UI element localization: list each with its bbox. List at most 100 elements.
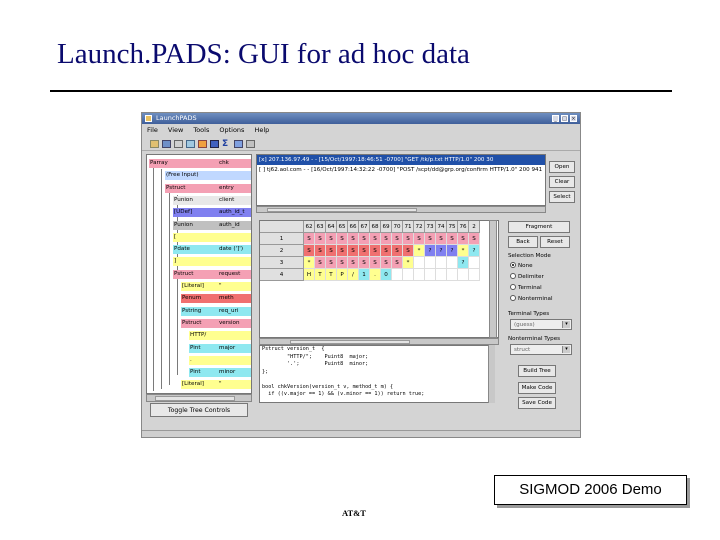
token-cell[interactable]: S <box>469 233 480 245</box>
generated-code-view[interactable]: Pstruct version_t { "HTTP/"; Puint8 majo… <box>259 345 495 403</box>
token-cell[interactable]: . <box>370 269 381 281</box>
token-cell[interactable] <box>469 257 480 269</box>
mode-none-radio[interactable]: None <box>510 261 533 270</box>
select-button[interactable]: Select <box>549 191 575 203</box>
token-cell[interactable]: S <box>359 245 370 257</box>
save-icon[interactable] <box>162 140 171 148</box>
clear-button[interactable]: Clear <box>549 176 575 188</box>
token-cell[interactable] <box>469 269 480 281</box>
grid-row-header[interactable]: 1 <box>260 233 304 245</box>
token-cell[interactable] <box>458 269 469 281</box>
menu-view[interactable]: View <box>168 125 183 136</box>
tree-node[interactable]: ] <box>173 257 251 267</box>
token-cell[interactable]: S <box>315 245 326 257</box>
description-tree[interactable]: Parray chk (Free Input) Pstruct entry Punion c… <box>146 154 252 394</box>
token-grid[interactable]: 62 63 64 65 66 67 68 69 70 71 72 73 74 75 76 2 1 S S S S S S S S… <box>259 220 499 338</box>
token-cell[interactable]: S <box>337 245 348 257</box>
token-cell[interactable]: ? <box>425 245 436 257</box>
records-hscrollbar[interactable] <box>256 206 546 213</box>
grid-column-header[interactable]: 69 <box>381 221 392 233</box>
tree-node[interactable]: Pdate date (']') <box>173 245 251 255</box>
token-cell[interactable]: S <box>414 233 425 245</box>
menu-file[interactable]: File <box>147 125 158 136</box>
tree-node[interactable]: Parray chk <box>149 159 251 168</box>
grid-column-header[interactable]: 75 <box>447 221 458 233</box>
minimize-icon[interactable]: _ <box>552 115 559 122</box>
token-cell[interactable]: S <box>304 245 315 257</box>
grid-column-header[interactable]: 64 <box>326 221 337 233</box>
token-cell[interactable]: ? <box>447 245 458 257</box>
tree-node[interactable]: [UDef] auth_id_t <box>173 208 251 218</box>
nonterminal-types-select[interactable]: struct ▾ <box>510 344 572 355</box>
token-cell[interactable]: * <box>458 245 469 257</box>
token-cell[interactable]: H <box>304 269 315 281</box>
sigma-icon[interactable]: Σ <box>222 140 231 149</box>
token-cell[interactable] <box>436 257 447 269</box>
token-cell[interactable]: S <box>403 233 414 245</box>
token-cell[interactable]: S <box>370 233 381 245</box>
token-cell[interactable]: S <box>359 257 370 269</box>
grid-row-header[interactable]: 2 <box>260 245 304 257</box>
tree-node[interactable]: Pint minor <box>189 368 251 378</box>
token-cell[interactable]: S <box>436 233 447 245</box>
token-cell[interactable]: S <box>304 233 315 245</box>
token-cell[interactable]: S <box>326 233 337 245</box>
save-code-button[interactable]: Save Code <box>518 397 556 409</box>
token-cell[interactable]: S <box>447 233 458 245</box>
grid-column-header[interactable]: 62 <box>304 221 315 233</box>
grid-column-header[interactable]: 68 <box>370 221 381 233</box>
scroll-thumb[interactable] <box>155 396 235 401</box>
token-cell[interactable]: ? <box>436 245 447 257</box>
back-button[interactable]: Back <box>508 236 538 248</box>
token-cell[interactable]: S <box>326 245 337 257</box>
run-icon[interactable] <box>198 140 207 148</box>
token-cell[interactable] <box>392 269 403 281</box>
toggle-tree-controls-button[interactable]: Toggle Tree Controls <box>150 403 248 417</box>
scroll-thumb[interactable] <box>267 208 417 212</box>
mode-nonterminal-radio[interactable]: Nonterminal <box>510 294 553 303</box>
record-row[interactable]: [x] 207.136.97.49 - - [15/Oct/1997:18:46… <box>257 155 545 165</box>
record-row[interactable]: [ ] tj62.aol.com - - [16/Oct/1997:14:32:… <box>257 165 545 175</box>
grid-column-header[interactable]: 73 <box>425 221 436 233</box>
grid-column-header[interactable]: 76 <box>458 221 469 233</box>
token-cell[interactable]: S <box>348 257 359 269</box>
menu-tools[interactable]: Tools <box>193 125 209 136</box>
build-tree-button[interactable]: Build Tree <box>518 365 556 377</box>
fragment-button[interactable]: Fragment <box>508 221 570 233</box>
token-cell[interactable]: * <box>414 245 425 257</box>
tree-node[interactable]: Punion auth_id <box>173 220 251 230</box>
token-cell[interactable]: S <box>315 257 326 269</box>
grid-column-header[interactable]: 72 <box>414 221 425 233</box>
tree-node[interactable]: Pint major <box>189 343 251 353</box>
grid-column-header[interactable]: 74 <box>436 221 447 233</box>
reset-button[interactable]: Reset <box>540 236 570 248</box>
token-cell[interactable]: S <box>315 233 326 245</box>
token-cell[interactable] <box>447 257 458 269</box>
tree-node[interactable]: [Literal] " <box>181 380 251 390</box>
close-icon[interactable]: × <box>570 115 577 122</box>
window-titlebar[interactable]: LaunchPADS _ □ × <box>142 113 580 124</box>
menu-options[interactable]: Options <box>219 125 244 136</box>
build-icon[interactable] <box>210 140 219 148</box>
token-cell[interactable]: S <box>370 257 381 269</box>
tree-node[interactable]: Pstruct version <box>181 318 251 328</box>
settings-icon[interactable] <box>246 140 255 148</box>
token-cell[interactable]: T <box>326 269 337 281</box>
grid-column-header[interactable]: 71 <box>403 221 414 233</box>
grid-column-header[interactable]: 67 <box>359 221 370 233</box>
tree-node[interactable]: Pstruct request <box>173 269 251 279</box>
code-icon[interactable] <box>234 140 243 148</box>
token-cell[interactable]: S <box>381 257 392 269</box>
token-cell[interactable]: S <box>370 245 381 257</box>
code-vscrollbar[interactable] <box>488 345 495 403</box>
token-cell[interactable] <box>425 257 436 269</box>
tree-node[interactable]: Pstruct entry <box>165 183 251 193</box>
grid-column-header[interactable]: 66 <box>348 221 359 233</box>
token-cell[interactable]: S <box>348 245 359 257</box>
open-button[interactable]: Open <box>549 161 575 173</box>
token-cell[interactable]: S <box>359 233 370 245</box>
grid-column-header[interactable]: 63 <box>315 221 326 233</box>
token-cell[interactable]: * <box>304 257 315 269</box>
token-cell[interactable]: / <box>348 269 359 281</box>
token-cell[interactable] <box>447 269 458 281</box>
